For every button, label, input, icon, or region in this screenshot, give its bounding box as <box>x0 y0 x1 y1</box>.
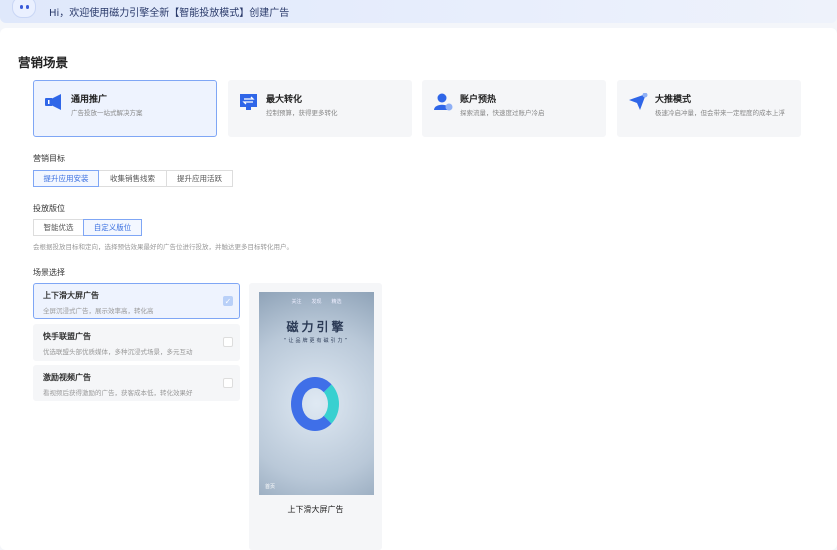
preview-subtitle: “让品牌更有磁引力” <box>283 338 350 344</box>
checkbox-checked[interactable]: ✓ <box>223 296 233 306</box>
placement-option-custom[interactable]: 自定义版位 <box>83 219 142 236</box>
goal-option-app-install[interactable]: 提升应用安装 <box>33 170 99 187</box>
scene-card-general[interactable]: 通用推广 广告投放一站式解决方案 <box>33 80 217 137</box>
welcome-banner: Hi，欢迎使用磁力引擎全新【智能投放模式】创建广告 <box>0 0 837 23</box>
checkbox[interactable] <box>223 337 233 347</box>
scene-item-fullscreen[interactable]: 上下滑大屏广告 全屏沉浸式广告，展示效率高，转化高 ✓ <box>33 283 240 319</box>
ad-preview-panel: 关注 发现 精选 磁力引擎 “让品牌更有磁引力” 首页 上下滑大屏广告 <box>249 283 382 550</box>
banner-text: Hi，欢迎使用磁力引擎全新【智能投放模式】创建广告 <box>49 8 290 19</box>
goal-option-app-activity[interactable]: 提升应用活跃 <box>166 170 233 187</box>
placement-label: 投放版位 <box>33 204 65 213</box>
goal-label: 营销目标 <box>33 154 65 163</box>
checkbox[interactable] <box>223 378 233 388</box>
paper-plane-icon <box>629 93 648 110</box>
user-clock-icon <box>434 93 453 111</box>
transfer-icon <box>240 94 257 110</box>
scene-select-label: 场景选择 <box>33 268 65 277</box>
logo-c-icon <box>291 377 339 431</box>
goal-option-sales-leads[interactable]: 收集销售线索 <box>98 170 167 187</box>
scene-card-account-warmup[interactable]: 账户预热 探索流量，快速度过账户冷启 <box>422 80 606 137</box>
placement-option-smart[interactable]: 智能优选 <box>33 219 84 236</box>
scene-item-reward-video[interactable]: 激励视频广告 看视频后获得激励的广告，获客成本低，转化效果好 <box>33 365 240 401</box>
robot-avatar-icon <box>12 0 36 18</box>
phone-tabs: 关注 发现 精选 <box>291 299 342 305</box>
phone-preview-image: 关注 发现 精选 磁力引擎 “让品牌更有磁引力” 首页 <box>259 292 374 495</box>
scene-card-boost-mode[interactable]: 大推模式 极速冷启冲量，但会带来一定程度的成本上浮 <box>617 80 801 137</box>
preview-home-tab: 首页 <box>265 484 276 490</box>
preview-title: 磁力引擎 <box>286 320 347 334</box>
megaphone-icon <box>45 94 61 110</box>
section-title: 营销场景 <box>18 55 69 70</box>
preview-caption: 上下滑大屏广告 <box>287 505 344 514</box>
scene-item-union[interactable]: 快手联盟广告 优选联盟头部优质媒体，多种沉浸式场景，多元互动 <box>33 324 240 361</box>
scene-card-max-conversion[interactable]: 最大转化 控制预算，获得更多转化 <box>228 80 412 137</box>
placement-help-text: 会根据投放目标和定向，选择预估效果最好的广告位进行投放，并触达更多目标转化用户。 <box>33 243 293 251</box>
